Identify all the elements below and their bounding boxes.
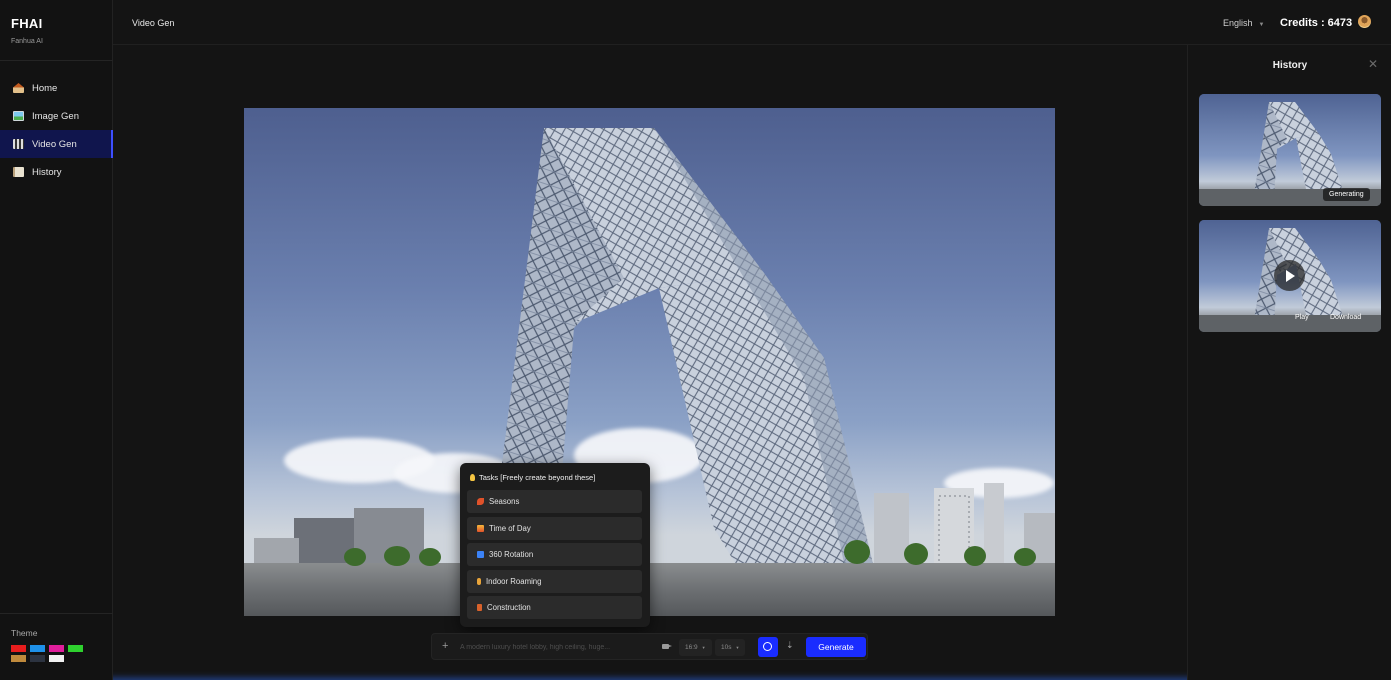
brand-subtitle: Fanhua AI: [11, 38, 43, 45]
aspect-ratio-select[interactable]: 16:9 ▼: [679, 639, 712, 656]
history-panel: History ✕ Generating Play Download: [1187, 45, 1391, 680]
sidebar-item-label: Home: [32, 82, 58, 94]
credits-counter: Credits : 6473: [1280, 17, 1353, 29]
prompt-input[interactable]: [460, 639, 650, 656]
theme-swatch-brown[interactable]: [11, 655, 26, 662]
divider: [0, 60, 113, 61]
tasks-popup: Tasks [Freely create beyond these] Seaso…: [460, 463, 650, 627]
sunrise-icon: [477, 525, 484, 532]
image-icon: [13, 111, 24, 121]
divider: [0, 613, 113, 614]
chevron-down-icon: ▼: [1258, 22, 1265, 28]
sidebar-item-label: Video Gen: [32, 138, 77, 150]
history-title: History: [1272, 60, 1308, 71]
clock-icon[interactable]: [758, 637, 778, 657]
sidebar-item-home[interactable]: Home: [0, 74, 113, 102]
language-selector[interactable]: English ▼: [1223, 18, 1264, 28]
theme-swatch-magenta[interactable]: [49, 645, 64, 652]
crane-icon: [477, 604, 482, 611]
chevron-down-icon: ▼: [701, 645, 706, 650]
walking-icon: [477, 578, 481, 585]
home-icon: [13, 83, 24, 93]
theme-swatch-green[interactable]: [68, 645, 83, 652]
theme-swatches: [11, 645, 91, 662]
add-attachment-button[interactable]: +: [442, 640, 448, 652]
notebook-icon: [13, 167, 24, 177]
task-360-rotation[interactable]: 360 Rotation: [467, 543, 642, 566]
theme-swatch-dark[interactable]: [30, 655, 45, 662]
theme-swatch-red[interactable]: [11, 645, 26, 652]
sidebar-nav: Home Image Gen Video Gen History: [0, 74, 113, 186]
theme-label: Theme: [11, 628, 38, 638]
rotation-icon: [477, 551, 484, 558]
task-time-of-day[interactable]: Time of Day: [467, 517, 642, 540]
theme-swatch-blue[interactable]: [30, 645, 45, 652]
generate-button[interactable]: Generate: [806, 637, 866, 657]
sidebar-item-label: History: [32, 166, 62, 178]
top-bar: Video Gen English ▼ Credits : 6473: [113, 0, 1391, 45]
close-icon[interactable]: ✕: [1368, 57, 1378, 71]
history-card[interactable]: Play Download: [1199, 220, 1381, 332]
generating-badge: Generating: [1323, 188, 1370, 201]
prompt-bar: + 16:9▼ 10s▼ ⇣ Generate: [431, 633, 868, 660]
download-icon[interactable]: ⇣: [786, 640, 794, 651]
theme-swatch-white[interactable]: [49, 655, 64, 662]
tasks-title: Tasks [Freely create beyond these]: [470, 473, 595, 482]
sidebar: FHAI Fanhua AI Home Image Gen Video Gen …: [0, 0, 113, 680]
task-indoor-roaming[interactable]: Indoor Roaming: [467, 570, 642, 593]
play-icon[interactable]: [1274, 260, 1305, 291]
page-title: Video Gen: [132, 18, 175, 28]
duration-select[interactable]: 10s ▼: [715, 639, 746, 656]
app-window: FHAI Fanhua AI Home Image Gen Video Gen …: [0, 0, 1391, 680]
lightbulb-icon: [470, 474, 475, 481]
download-button[interactable]: Download: [1324, 311, 1367, 324]
sidebar-item-image-gen[interactable]: Image Gen: [0, 102, 113, 130]
task-construction[interactable]: Construction: [467, 596, 642, 619]
language-label: English: [1223, 18, 1253, 28]
video-camera-icon[interactable]: [662, 644, 672, 649]
clapperboard-icon: [13, 139, 24, 149]
avatar[interactable]: [1358, 15, 1371, 28]
brand-logo[interactable]: FHAI: [11, 16, 43, 31]
sidebar-item-label: Image Gen: [32, 110, 79, 122]
task-seasons[interactable]: Seasons: [467, 490, 642, 513]
maple-leaf-icon: [477, 498, 484, 505]
chevron-down-icon: ▼: [735, 645, 740, 650]
sidebar-item-video-gen[interactable]: Video Gen: [0, 130, 113, 158]
history-card[interactable]: Generating: [1199, 94, 1381, 206]
play-button[interactable]: Play: [1289, 311, 1315, 324]
sidebar-item-history[interactable]: History: [0, 158, 113, 186]
